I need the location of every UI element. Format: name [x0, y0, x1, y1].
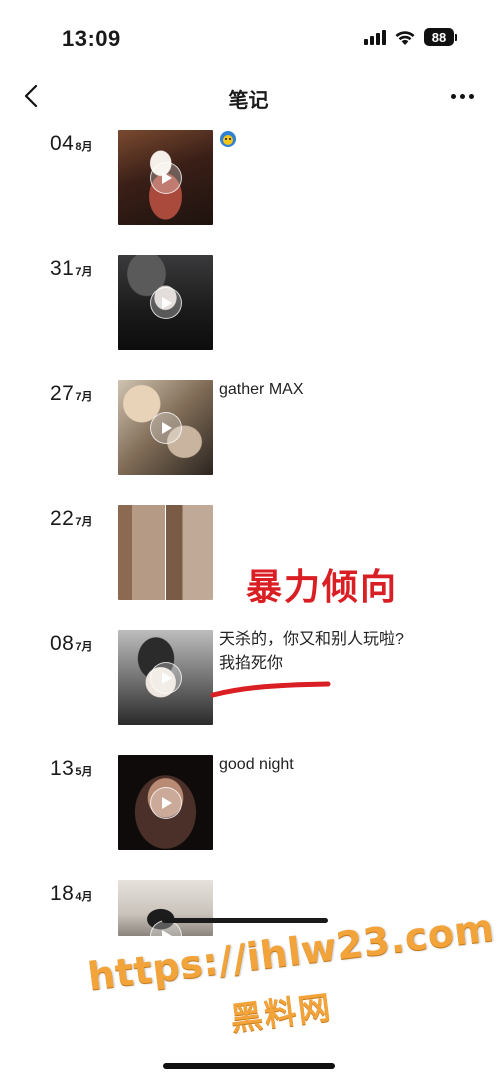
wifi-icon [395, 30, 415, 45]
note-thumbnail[interactable] [118, 880, 213, 936]
play-icon [149, 161, 182, 194]
note-date: 317月 [50, 257, 92, 281]
note-day: 27 [50, 382, 75, 405]
note-thumbnail[interactable] [118, 755, 213, 850]
note-month: 7月 [75, 641, 93, 653]
note-date: 277月 [50, 382, 92, 406]
play-icon [149, 411, 182, 444]
emoji-icon [220, 131, 236, 147]
play-icon [149, 286, 182, 319]
watermark-site-name: 黑料网 [228, 987, 335, 1039]
note-day: 08 [50, 632, 75, 655]
note-thumbnail[interactable] [118, 630, 213, 725]
note-date: 184月 [50, 882, 92, 906]
note-caption-line: 天杀的，你又和别人玩啦? [219, 631, 404, 648]
note-item[interactable]: 317月 [0, 251, 497, 351]
home-indicator[interactable] [163, 1063, 335, 1069]
annotation-underline [210, 681, 331, 698]
battery-level: 88 [424, 28, 454, 46]
note-month: 7月 [75, 391, 93, 403]
note-month: 8月 [75, 141, 93, 153]
note-thumbnail[interactable] [118, 380, 213, 475]
note-date: 048月 [50, 132, 92, 156]
page-title: 笔记 [228, 90, 269, 112]
note-date: 087月 [50, 632, 92, 656]
status-bar: 13:09 88 [0, 0, 497, 70]
signal-icon [364, 29, 386, 45]
annotation-text: 暴力倾向 [246, 567, 399, 608]
photo-right [166, 505, 213, 600]
note-day: 13 [50, 757, 75, 780]
note-day: 22 [50, 507, 75, 530]
note-item[interactable]: 135月 good night [0, 751, 497, 851]
status-time: 13:09 [62, 26, 121, 51]
battery-icon: 88 [424, 28, 457, 46]
note-date: 227月 [50, 507, 92, 531]
note-month: 4月 [75, 891, 93, 903]
scroll-indicator [162, 918, 328, 923]
play-icon [149, 786, 182, 819]
note-date: 135月 [50, 757, 92, 781]
more-button[interactable] [445, 82, 479, 110]
note-item[interactable]: 048月 [0, 126, 497, 226]
play-icon [149, 661, 182, 694]
note-thumbnail[interactable] [118, 130, 213, 225]
nav-bar: 笔记 [0, 74, 497, 118]
note-month: 7月 [75, 266, 93, 278]
note-item[interactable]: 277月 gather MAX [0, 376, 497, 476]
note-month: 7月 [75, 516, 93, 528]
note-caption: 天杀的，你又和别人玩啦? 我掐死你 [219, 628, 439, 676]
note-caption: gather MAX [219, 381, 304, 398]
note-day: 18 [50, 882, 75, 905]
note-thumbnail[interactable] [118, 505, 213, 600]
status-icons: 88 [364, 26, 457, 48]
more-dots-icon [450, 93, 456, 99]
photo-left [118, 505, 165, 600]
note-thumbnail[interactable] [118, 255, 213, 350]
note-day: 31 [50, 257, 75, 280]
note-caption-line: 我掐死你 [219, 655, 284, 672]
note-day: 04 [50, 132, 75, 155]
note-month: 5月 [75, 766, 93, 778]
note-caption: good night [219, 756, 294, 773]
